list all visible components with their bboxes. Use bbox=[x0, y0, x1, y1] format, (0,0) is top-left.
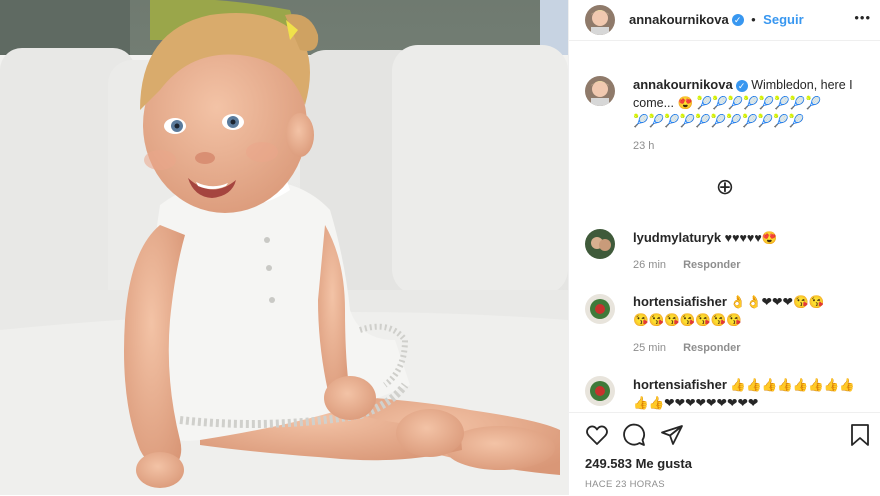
comment-text-line2: 👍👍❤❤❤❤❤❤❤❤❤ bbox=[633, 396, 759, 410]
avatar-icon bbox=[585, 376, 615, 406]
comment-time: 26 min bbox=[633, 259, 667, 271]
comment-time: 25 min bbox=[633, 342, 667, 354]
header-user-line: annakournikova ✓ • Seguir bbox=[629, 11, 804, 29]
likes-count[interactable]: 249.583 Me gusta bbox=[585, 456, 692, 471]
comment: hortensiafisher 👍👍👍👍👍👍👍👍 👍👍❤❤❤❤❤❤❤❤❤ bbox=[633, 376, 873, 412]
more-options-icon[interactable]: ••• bbox=[854, 10, 871, 25]
verified-badge-icon: ✓ bbox=[735, 79, 748, 92]
caption-avatar[interactable] bbox=[585, 76, 615, 106]
author-username[interactable]: annakournikova bbox=[629, 12, 729, 27]
follow-button[interactable]: Seguir bbox=[763, 12, 803, 27]
caption-emojis-line2: 🎾🎾🎾🎾🎾🎾🎾🎾🎾🎾🎾 bbox=[633, 114, 805, 128]
save-bookmark-icon[interactable] bbox=[849, 423, 871, 452]
post-photo[interactable] bbox=[0, 0, 568, 495]
comment-meta: 26 min Responder bbox=[633, 259, 741, 271]
share-paper-plane-icon[interactable] bbox=[660, 423, 684, 452]
commenter-avatar[interactable] bbox=[585, 294, 615, 324]
avatar-icon bbox=[585, 229, 615, 259]
comment-username[interactable]: lyudmylaturyk bbox=[633, 230, 721, 245]
comment-text-line2: 😘😘😘😘😘😘😘 bbox=[633, 313, 742, 327]
author-avatar[interactable] bbox=[585, 5, 615, 35]
post-side-panel: annakournikova ✓ • Seguir ••• annakournik… bbox=[568, 0, 880, 496]
caption-time: 23 h bbox=[633, 140, 655, 152]
comment-username[interactable]: hortensiafisher bbox=[633, 294, 727, 309]
like-heart-icon[interactable] bbox=[585, 423, 609, 452]
comment: hortensiafisher 👌👌❤❤❤😘😘 😘😘😘😘😘😘😘 bbox=[633, 293, 873, 329]
avatar-icon bbox=[585, 294, 615, 324]
comment-meta: 25 min Responder bbox=[633, 342, 741, 354]
reply-button[interactable]: Responder bbox=[683, 259, 740, 271]
posted-time: HACE 23 HORAS bbox=[585, 479, 665, 490]
commenter-avatar[interactable] bbox=[585, 376, 615, 406]
post-actions: 249.583 Me gusta HACE 23 HORAS bbox=[569, 412, 880, 496]
caption-username[interactable]: annakournikova bbox=[633, 77, 733, 92]
baby-on-sofa-image bbox=[0, 0, 568, 495]
avatar-icon bbox=[585, 76, 615, 106]
reply-button[interactable]: Responder bbox=[683, 342, 740, 354]
post-header: annakournikova ✓ • Seguir ••• bbox=[569, 0, 880, 41]
comment-bubble-icon[interactable] bbox=[622, 423, 646, 452]
caption-emojis-line1: 😍 🎾🎾🎾🎾🎾🎾🎾🎾 bbox=[677, 96, 822, 110]
comment-text-line1: 👍👍👍👍👍👍👍👍 bbox=[730, 378, 855, 392]
caption: annakournikova ✓ Wimbledon, here I come..… bbox=[633, 76, 873, 130]
separator-dot: • bbox=[751, 12, 756, 27]
comment-text: ♥♥♥♥♥😍 bbox=[724, 231, 778, 245]
verified-badge-icon: ✓ bbox=[731, 13, 744, 26]
load-more-comments-icon[interactable]: ⊕ bbox=[713, 175, 737, 199]
comment: lyudmylaturyk ♥♥♥♥♥😍 bbox=[633, 229, 873, 247]
comment-username[interactable]: hortensiafisher bbox=[633, 377, 727, 392]
avatar-icon bbox=[585, 5, 615, 35]
commenter-avatar[interactable] bbox=[585, 229, 615, 259]
comment-text-line1: 👌👌❤❤❤😘😘 bbox=[730, 295, 825, 309]
